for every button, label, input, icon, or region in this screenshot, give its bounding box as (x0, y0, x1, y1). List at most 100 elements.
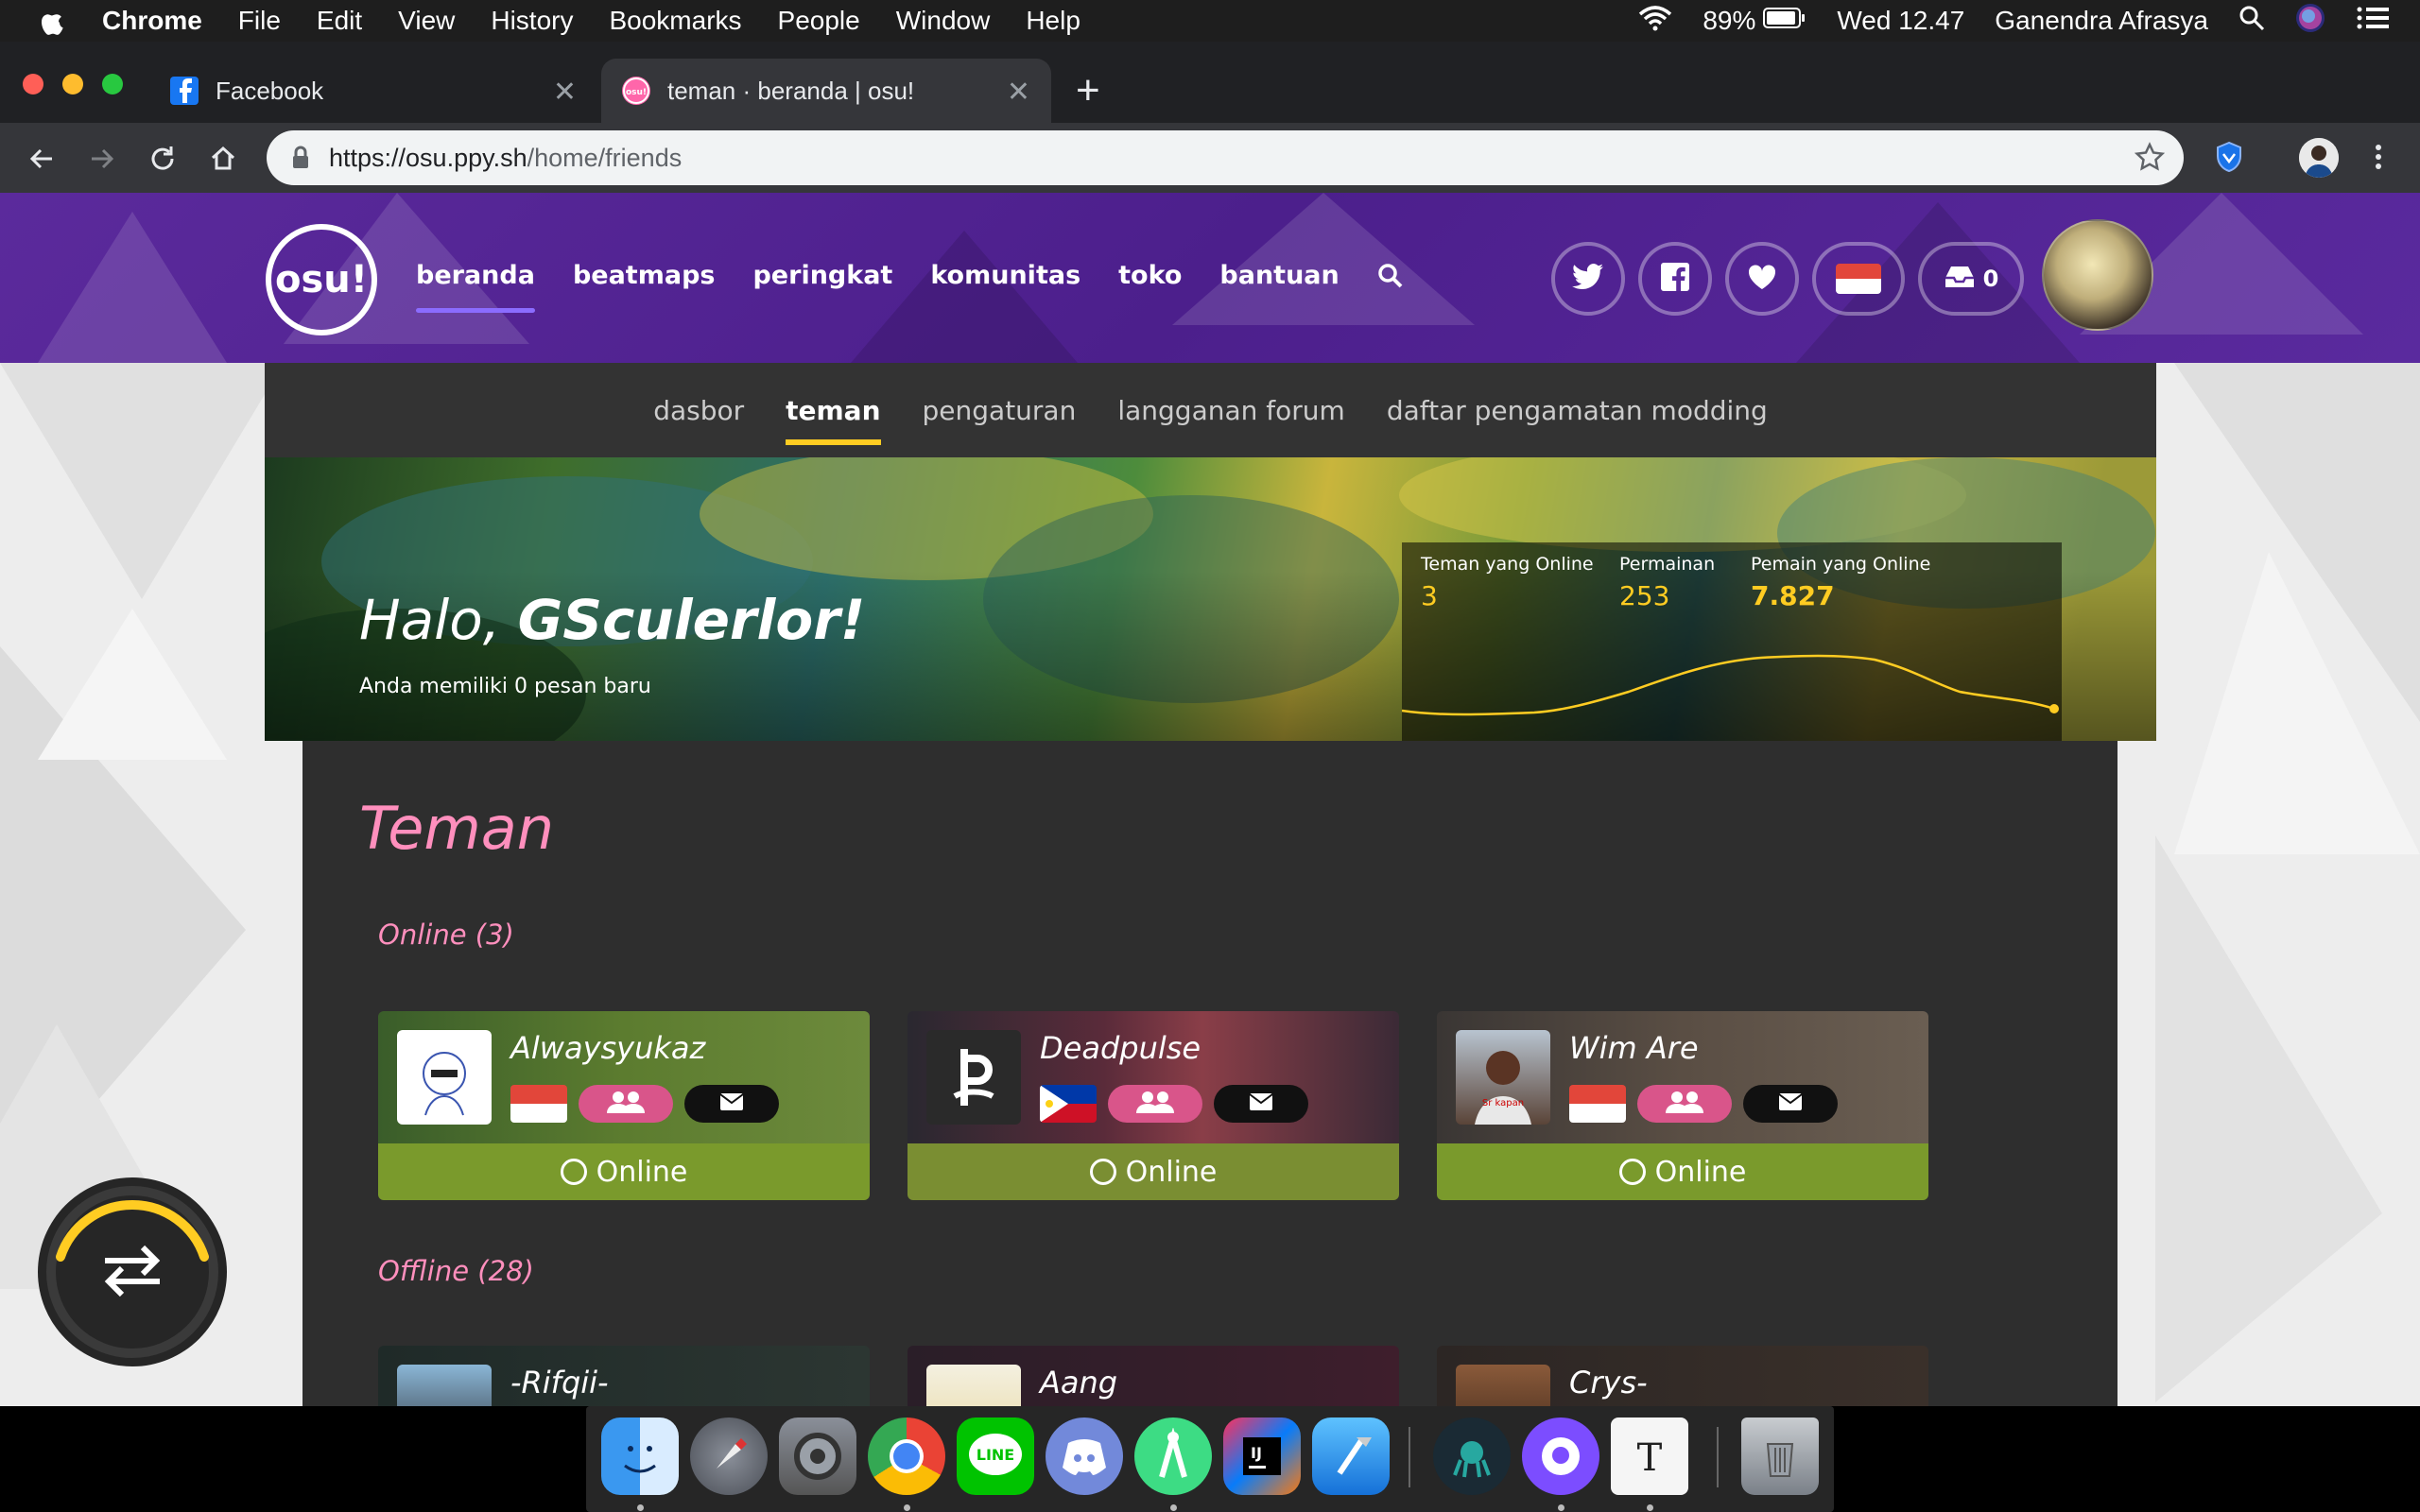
menu-user-name[interactable]: Ganendra Afrasya (1995, 6, 2208, 36)
twitter-button[interactable] (1551, 242, 1625, 316)
friend-avatar[interactable] (397, 1030, 492, 1125)
subnav-langganan-forum[interactable]: langganan forum (1117, 395, 1344, 426)
friend-username[interactable]: Alwaysyukaz (510, 1030, 705, 1066)
nav-bantuan[interactable]: bantuan (1219, 261, 1339, 296)
tab-close-icon[interactable]: ✕ (1007, 76, 1030, 109)
subnav-daftar-pengamatan-modding[interactable]: daftar pengamatan modding (1387, 395, 1768, 426)
nav-komunitas[interactable]: komunitas (930, 261, 1080, 296)
window-zoom-button[interactable] (102, 74, 123, 94)
friend-card-aang[interactable]: Aang (908, 1346, 1399, 1406)
nav-beranda[interactable]: beranda (416, 261, 535, 313)
apple-icon[interactable] (38, 6, 91, 36)
friend-card-wim-are[interactable]: Sr kapan Wim Are Online (1437, 1011, 1928, 1200)
shield-extension-icon[interactable] (2212, 140, 2246, 174)
osu-icon: osu! (622, 77, 650, 105)
menu-people[interactable]: People (778, 6, 860, 36)
android-studio-icon[interactable] (1134, 1418, 1212, 1495)
friend-avatar[interactable] (926, 1030, 1021, 1125)
menu-bookmarks[interactable]: Bookmarks (609, 6, 741, 36)
indonesia-flag-icon[interactable] (510, 1085, 567, 1123)
new-tab-button[interactable]: + (1076, 70, 1100, 112)
friend-card-deadpulse[interactable]: Deadpulse Online (908, 1011, 1399, 1200)
typora-icon[interactable]: T (1611, 1418, 1688, 1495)
mutual-friend-button[interactable] (579, 1085, 673, 1123)
send-message-button[interactable] (1743, 1085, 1838, 1123)
home-icon[interactable] (206, 142, 240, 176)
chrome-menu-icon[interactable] (2361, 140, 2395, 174)
xcode-icon[interactable] (1312, 1418, 1390, 1495)
address-bar[interactable]: https://osu.ppy.sh/home/friends (267, 130, 2184, 185)
friend-avatar[interactable] (926, 1365, 1021, 1406)
friend-username[interactable]: Crys- (1569, 1365, 1648, 1400)
menu-help[interactable]: Help (1026, 6, 1080, 36)
wifi-icon[interactable] (1638, 5, 1672, 38)
friend-username[interactable]: Deadpulse (1040, 1030, 1201, 1066)
friend-username[interactable]: -Rifqii- (510, 1365, 609, 1400)
window-close-button[interactable] (23, 74, 43, 94)
stat-games: Permainan 253 (1619, 554, 1716, 611)
menu-history[interactable]: History (491, 6, 573, 36)
window-minimize-button[interactable] (62, 74, 83, 94)
online-users-graph (1402, 654, 2059, 716)
friend-avatar[interactable] (1456, 1365, 1550, 1406)
discord-icon[interactable] (1046, 1418, 1123, 1495)
osu-logo[interactable]: osu! (266, 224, 377, 335)
launchpad-icon[interactable] (690, 1418, 768, 1495)
menu-window[interactable]: Window (896, 6, 991, 36)
siri-icon[interactable] (2295, 3, 2325, 40)
profile-avatar-icon[interactable] (2299, 138, 2339, 178)
subnav-dasbor[interactable]: dasbor (653, 395, 744, 426)
chrome-app-icon[interactable] (868, 1418, 945, 1495)
tab-close-icon[interactable]: ✕ (553, 76, 577, 109)
facebook-page-button[interactable] (1638, 242, 1712, 316)
gitkraken-icon[interactable] (1433, 1418, 1511, 1495)
tab-facebook[interactable]: Facebook ✕ (151, 59, 597, 123)
search-icon[interactable] (1377, 263, 1404, 296)
friend-card-alwaysyukaz[interactable]: Alwaysyukaz Online (378, 1011, 870, 1200)
floating-swap-button[interactable] (38, 1177, 227, 1366)
menu-edit[interactable]: Edit (317, 6, 362, 36)
system-preferences-icon[interactable] (779, 1418, 856, 1495)
friend-card-crys[interactable]: Crys- (1437, 1346, 1928, 1406)
mutual-friend-button[interactable] (1108, 1085, 1202, 1123)
back-arrow-icon[interactable] (25, 142, 59, 176)
reload-icon[interactable] (146, 142, 180, 176)
menu-app-name[interactable]: Chrome (102, 6, 202, 36)
indonesia-flag-icon[interactable] (1569, 1085, 1626, 1123)
lock-icon[interactable] (291, 146, 310, 174)
send-message-button[interactable] (1214, 1085, 1308, 1123)
mutual-friend-button[interactable] (1637, 1085, 1732, 1123)
notifications-button[interactable]: 0 (1918, 242, 2024, 316)
subnav-pengaturan[interactable]: pengaturan (923, 395, 1077, 426)
github-desktop-icon[interactable] (1522, 1418, 1599, 1495)
menu-file[interactable]: File (238, 6, 281, 36)
philippines-flag-icon[interactable] (1040, 1085, 1097, 1123)
line-app-icon[interactable]: LINE (957, 1418, 1034, 1495)
trash-icon[interactable] (1741, 1418, 1819, 1495)
menu-view[interactable]: View (398, 6, 455, 36)
nav-toko[interactable]: toko (1118, 261, 1182, 296)
notification-center-icon[interactable] (2356, 5, 2390, 38)
finder-icon[interactable] (601, 1418, 679, 1495)
friend-avatar[interactable]: Sr kapan (1456, 1030, 1550, 1125)
friend-username[interactable]: Aang (1040, 1365, 1117, 1400)
support-osu-button[interactable] (1725, 242, 1799, 316)
spotlight-search-icon[interactable] (2238, 5, 2265, 38)
friend-username[interactable]: Wim Are (1569, 1030, 1699, 1066)
language-button[interactable] (1812, 242, 1905, 316)
nav-beatmaps[interactable]: beatmaps (573, 261, 716, 296)
dock-separator (1717, 1427, 1719, 1487)
forward-arrow-icon[interactable] (85, 142, 119, 176)
bookmark-star-icon[interactable] (2134, 142, 2166, 176)
subnav-teman[interactable]: teman (786, 395, 881, 445)
nav-peringkat[interactable]: peringkat (752, 261, 892, 296)
users-icon (1132, 1090, 1178, 1118)
friend-card-rifqii[interactable]: -Rifqii- (378, 1346, 870, 1406)
tab-osu-friends[interactable]: osu! teman · beranda | osu! ✕ (601, 59, 1051, 123)
user-avatar[interactable] (2042, 219, 2153, 331)
friend-avatar[interactable] (397, 1365, 492, 1406)
battery-icon[interactable] (1763, 6, 1806, 36)
intellij-idea-icon[interactable]: IJ (1223, 1418, 1301, 1495)
menu-clock[interactable]: Wed 12.47 (1837, 6, 1964, 36)
send-message-button[interactable] (684, 1085, 779, 1123)
